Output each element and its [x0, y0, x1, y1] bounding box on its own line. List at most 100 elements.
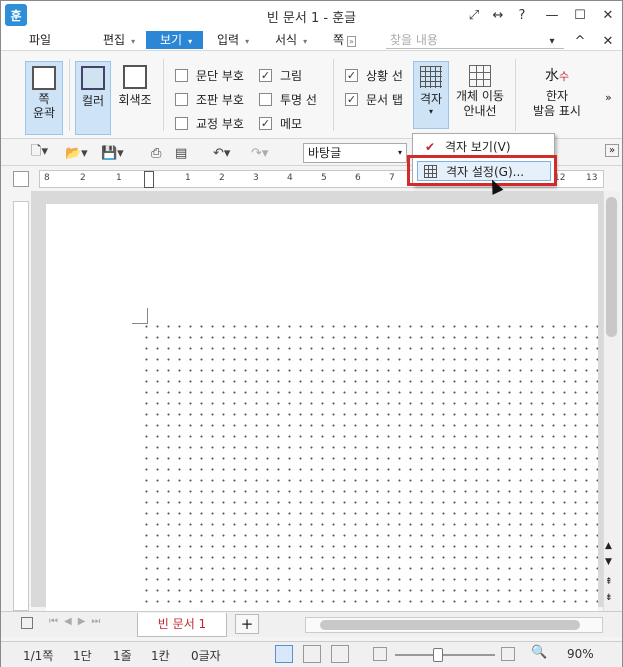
checkbox-doc-tabs[interactable]: ✓ 문서 탭	[345, 91, 403, 108]
doc-close-icon[interactable]: ✕	[597, 31, 619, 51]
check-icon: ✔	[425, 140, 436, 154]
status-line: 1줄	[113, 649, 132, 663]
checkbox-label: 그림	[280, 69, 303, 83]
ruler-mark: 1	[185, 173, 191, 183]
checkbox-proofreading-marks[interactable]: 교정 부호	[175, 115, 244, 132]
document-page[interactable]	[46, 204, 598, 614]
search-input[interactable]: 찾을 내용	[386, 31, 564, 49]
ruler-mark: 2	[80, 173, 86, 183]
grid-button[interactable]: 격자 ▾	[413, 61, 449, 129]
view-width-icon[interactable]	[303, 645, 321, 663]
menu-page-label: 쪽	[333, 33, 345, 47]
checkbox-box[interactable]	[175, 117, 188, 130]
menu-file[interactable]: 파일	[25, 31, 55, 49]
separator	[163, 59, 164, 131]
menu-view[interactable]: 보기 ▾	[146, 31, 203, 49]
preview-icon[interactable]: ▤	[175, 144, 187, 162]
open-folder-icon[interactable]: 📂▾	[65, 144, 88, 162]
style-select[interactable]: 바탕글 ▾	[303, 143, 407, 163]
split-icon[interactable]: ↔	[487, 5, 509, 25]
close-button[interactable]: ✕	[597, 5, 619, 25]
check-icon[interactable]: ✓	[345, 93, 358, 106]
view-full-icon[interactable]	[331, 645, 349, 663]
grayscale-button[interactable]: 회색조	[115, 61, 155, 121]
zoom-level[interactable]: 90%	[567, 647, 594, 661]
ribbon-collapse-icon[interactable]: ^	[569, 31, 591, 51]
page-outline-label: 쪽 윤곽	[32, 92, 56, 120]
zoom-slider[interactable]	[395, 654, 495, 656]
ribbon-more-icon[interactable]: »	[605, 91, 612, 104]
checkbox-box[interactable]	[175, 69, 188, 82]
search-dropdown-icon[interactable]: ▾	[541, 31, 563, 51]
menu-insert-label: 입력	[217, 33, 240, 47]
separator	[515, 59, 516, 131]
checkbox-memo[interactable]: ✓ 메모	[259, 115, 302, 132]
zoom-slider-thumb[interactable]	[433, 648, 443, 662]
checkbox-picture[interactable]: ✓ 그림	[259, 67, 302, 84]
grayscale-label: 회색조	[118, 93, 152, 107]
object-guide-label: 개체 이동 안내선	[456, 89, 504, 118]
more-menus-icon[interactable]: »	[347, 36, 356, 47]
checkbox-paragraph-marks[interactable]: 문단 부호	[175, 67, 244, 84]
menu-format[interactable]: 서식 ▾	[271, 31, 311, 49]
zoom-out-icon[interactable]	[373, 647, 387, 661]
help-icon[interactable]: ?	[511, 5, 533, 25]
checkbox-transparent-lines[interactable]: 투명 선	[259, 91, 317, 108]
chevron-down-icon: ▾	[397, 148, 402, 157]
page-outline-button[interactable]: 쪽 윤곽	[25, 61, 63, 135]
fullscreen-icon[interactable]: ⤢	[463, 5, 485, 25]
menu-edit[interactable]: 편집 ▾	[99, 31, 139, 49]
check-icon[interactable]: ✓	[345, 69, 358, 82]
object-guide-button[interactable]: 개체 이동 안내선	[453, 61, 507, 129]
vertical-scrollbar[interactable]: ▲ ▼ ⇞ ⇟	[603, 191, 620, 611]
checkbox-label: 상황 선	[366, 69, 403, 83]
print-icon[interactable]: ⎙	[151, 144, 161, 162]
ruler-mark: 13	[586, 173, 598, 183]
tab-list-icon[interactable]	[21, 617, 33, 629]
save-icon[interactable]: 💾▾	[101, 144, 124, 162]
hanja-pronunciation-button[interactable]: 水수 한자 발음 표시	[527, 61, 587, 129]
toolbar-expand-icon[interactable]: »	[605, 144, 619, 157]
page-up-icon[interactable]: ⇞	[605, 577, 613, 587]
zoom-in-icon[interactable]	[501, 647, 515, 661]
checkbox-box[interactable]	[259, 93, 272, 106]
zoom-search-icon[interactable]: 🔍	[531, 645, 547, 660]
status-page[interactable]: 1/1쪽	[23, 647, 53, 664]
color-button[interactable]: 컬러	[75, 61, 111, 135]
chevron-down-icon: ▾	[428, 107, 433, 116]
checkbox-box[interactable]	[175, 93, 188, 106]
new-document-icon[interactable]: 🗋▾	[31, 144, 48, 162]
check-icon[interactable]: ✓	[259, 69, 272, 82]
color-icon	[81, 66, 105, 90]
maximize-button[interactable]: ☐	[569, 5, 591, 25]
separator	[333, 59, 334, 131]
vertical-ruler[interactable]	[13, 201, 29, 611]
ruler-corner-icon[interactable]	[13, 171, 29, 187]
checkbox-status-line[interactable]: ✓ 상황 선	[345, 67, 403, 84]
menu-insert[interactable]: 입력 ▾	[213, 31, 253, 49]
tab-document-1[interactable]: 빈 문서 1	[137, 613, 227, 637]
minimize-button[interactable]: —	[541, 5, 563, 25]
tab-nav-icon[interactable]: ⏮◀▶⏭	[49, 616, 106, 627]
redo-icon[interactable]: ↷▾	[251, 144, 268, 162]
undo-icon[interactable]: ↶▾	[213, 144, 230, 162]
page-outline-icon	[32, 66, 56, 90]
menu-item-show-grid[interactable]: ✔ 격자 보기(V)	[417, 137, 551, 157]
view-page-icon[interactable]	[275, 645, 293, 663]
add-tab-button[interactable]: +	[235, 614, 259, 634]
scroll-up-icon[interactable]: ▲	[605, 541, 612, 551]
checkbox-control-marks[interactable]: 조판 부호	[175, 91, 244, 108]
indent-marker-icon[interactable]	[144, 171, 154, 188]
horizontal-scrollbar[interactable]	[305, 617, 603, 633]
menu-item-label: 격자 보기(V)	[445, 140, 511, 154]
menu-edit-label: 편집	[103, 33, 126, 47]
page-down-icon[interactable]: ⇟	[605, 593, 613, 603]
check-icon[interactable]: ✓	[259, 117, 272, 130]
scroll-thumb[interactable]	[606, 197, 617, 337]
hanja-icon: 水수	[544, 68, 570, 84]
ruler-mark: 5	[321, 173, 327, 183]
hscroll-thumb[interactable]	[320, 620, 580, 630]
checkbox-label: 문단 부호	[196, 69, 244, 83]
menu-page[interactable]: 쪽»	[329, 31, 360, 49]
scroll-down-icon[interactable]: ▼	[605, 557, 612, 567]
